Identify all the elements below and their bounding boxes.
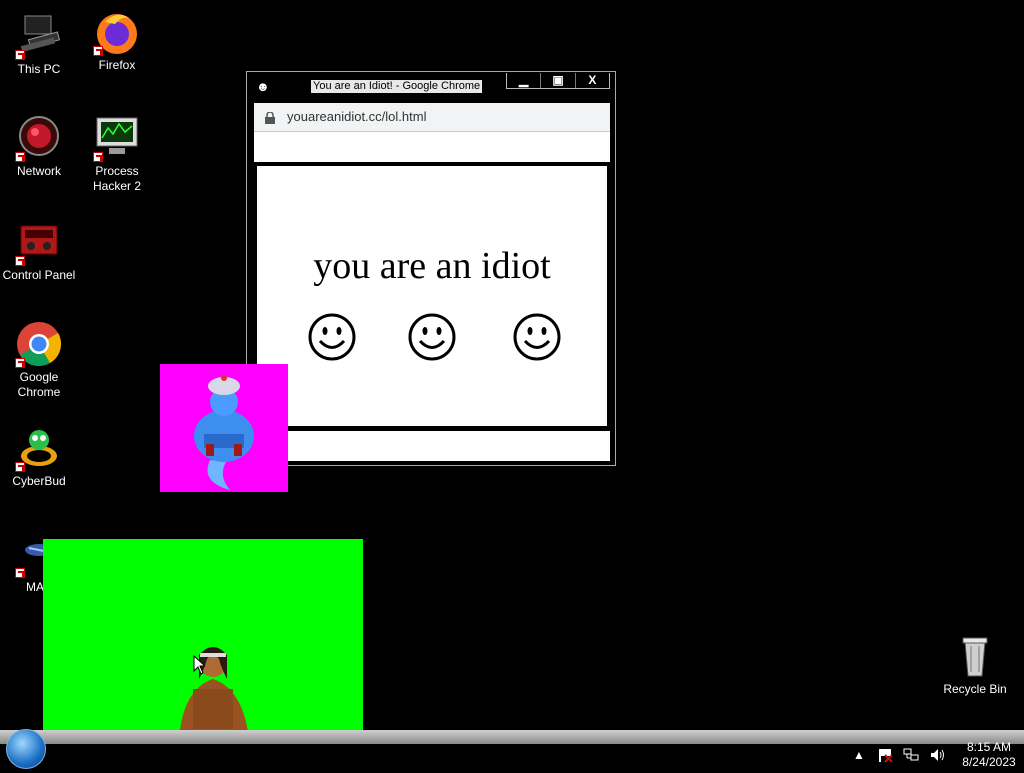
lock-icon: [265, 111, 275, 124]
smiley-icon: [308, 313, 356, 361]
desktop-icon-firefox[interactable]: Firefox: [78, 8, 156, 73]
desktop-icon-label: CyberBud: [12, 474, 66, 488]
firefox-icon: [93, 8, 141, 56]
desktop-icon-recycle-bin[interactable]: Recycle Bin: [936, 632, 1014, 697]
page-bottom-strip: [254, 431, 610, 461]
page-top-strip: [254, 132, 610, 162]
flag-icon[interactable]: [876, 747, 894, 763]
minimize-button[interactable]: ▁: [507, 73, 540, 88]
cyberbud-icon: [15, 424, 63, 472]
start-button[interactable]: [6, 729, 46, 769]
desktop-icon-label: Recycle Bin: [943, 682, 1007, 696]
page-content: you are an idiot: [255, 164, 609, 428]
system-tray: ▲ 8:15 AM 8/24/2023: [846, 740, 1024, 770]
genie-sprite[interactable]: [160, 364, 288, 492]
monitor-icon: [93, 114, 141, 162]
control-panel-icon: [15, 218, 63, 266]
page-headline: you are an idiot: [313, 245, 551, 287]
desktop-icon-this-pc[interactable]: This PC: [0, 12, 78, 77]
desktop-icon-label: Control Panel: [2, 268, 76, 282]
chrome-popup-window[interactable]: ☻ You are an Idiot! - Google Chrome ▁ ▣ …: [246, 71, 616, 466]
window-controls: ▁ ▣ X: [506, 73, 610, 89]
window-title: You are an Idiot! - Google Chrome: [311, 80, 483, 93]
chrome-icon: [15, 320, 63, 368]
desktop-icon-cyberbud[interactable]: CyberBud: [0, 424, 78, 489]
desktop-icon-label: Firefox: [98, 58, 136, 72]
clock-time: 8:15 AM: [966, 740, 1012, 754]
desktop-icon-google-chrome[interactable]: Google Chrome: [0, 320, 78, 400]
desktop-icon-label: Process Hacker 2: [92, 164, 142, 193]
chevron-up-icon[interactable]: ▲: [850, 747, 868, 763]
network-icon[interactable]: [902, 747, 920, 763]
url-text: youareanidiot.cc/lol.html: [287, 109, 427, 124]
smiley-icon: [408, 313, 456, 361]
window-titlebar[interactable]: ☻ You are an Idiot! - Google Chrome ▁ ▣ …: [247, 72, 615, 102]
desktop-icon-label: This PC: [17, 62, 61, 76]
taskbar-clock[interactable]: 8:15 AM 8/24/2023: [954, 740, 1024, 770]
volume-icon[interactable]: [928, 747, 946, 763]
maximize-button[interactable]: ▣: [540, 73, 574, 88]
desktop-icon-control-panel[interactable]: Control Panel: [0, 218, 78, 283]
computer-icon: [15, 12, 63, 60]
desktop-icon-label: Google Chrome: [17, 370, 61, 399]
desktop-icon-network[interactable]: Network: [0, 114, 78, 179]
mouse-cursor-icon: [193, 655, 205, 675]
network-icon: [15, 114, 63, 162]
desktop-icon-label: Network: [16, 164, 61, 178]
address-bar[interactable]: youareanidiot.cc/lol.html: [254, 103, 610, 132]
smiley-favicon-icon: ☻: [256, 79, 270, 94]
close-button[interactable]: X: [574, 73, 609, 88]
desktop-icon-process-hacker[interactable]: Process Hacker 2: [78, 114, 156, 194]
genie-icon: [194, 375, 254, 490]
recycle-bin-icon: [951, 632, 999, 680]
smiley-icon: [513, 313, 561, 361]
